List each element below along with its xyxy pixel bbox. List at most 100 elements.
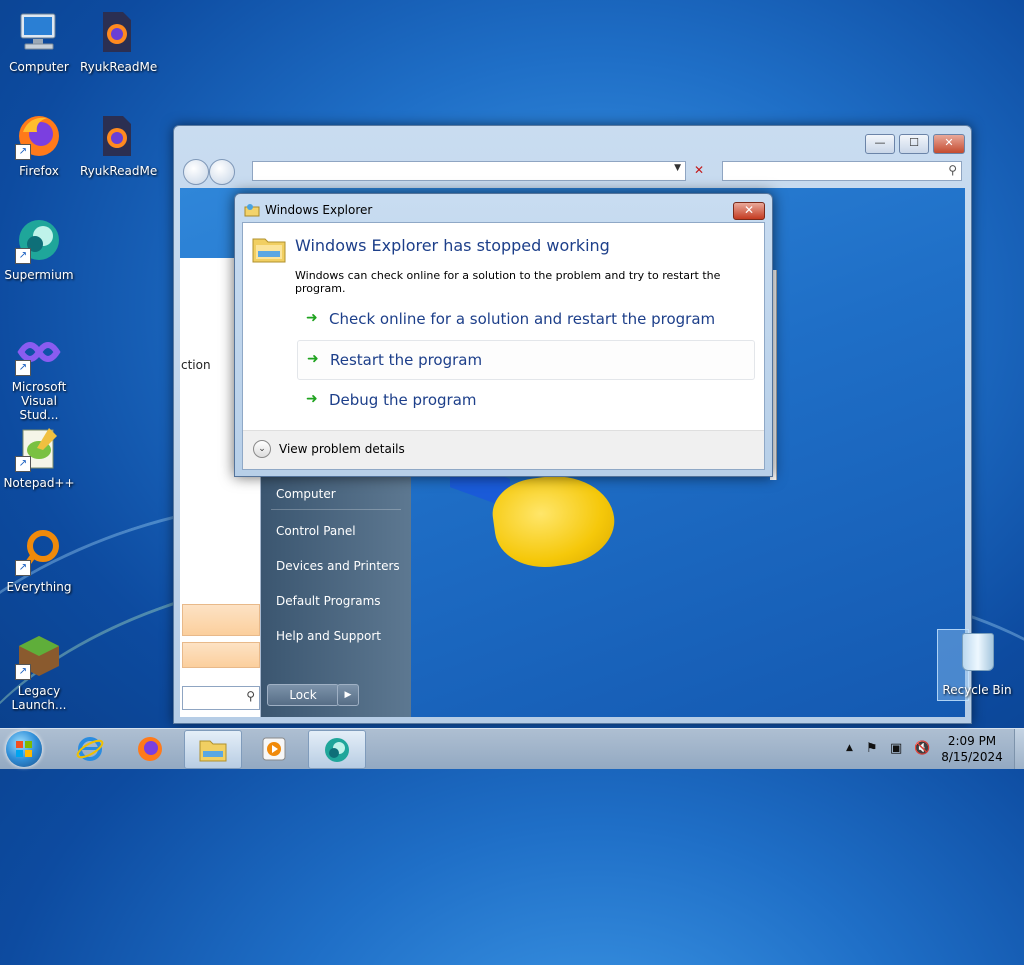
show-hidden-icons-button[interactable]: ▲: [846, 743, 853, 753]
forward-button[interactable]: [209, 159, 235, 185]
clock-time: 2:09 PM: [947, 734, 997, 748]
minecraft-icon: ↗: [15, 632, 63, 680]
folder-icon: [252, 233, 286, 263]
start-menu-separator: [271, 509, 401, 510]
shortcut-arrow-icon: ↗: [15, 360, 31, 376]
firefox-icon: ↗: [15, 112, 63, 160]
start-search-input[interactable]: ⚲: [182, 686, 260, 710]
green-arrow-icon: ➜: [306, 310, 318, 326]
clock-date: 8/15/2024: [941, 750, 1003, 764]
chevron-down-icon[interactable]: ▼: [674, 163, 681, 173]
dialog-description: Windows can check online for a solution …: [295, 269, 721, 295]
green-arrow-icon: ➜: [307, 351, 319, 367]
start-button[interactable]: [6, 731, 42, 767]
desktop-icon-computer[interactable]: Computer: [2, 8, 76, 74]
dialog-title: Windows Explorer: [265, 203, 373, 217]
taskbar-firefox[interactable]: [122, 730, 178, 767]
firefox-file-icon: [93, 112, 141, 160]
minimize-button[interactable]: —: [865, 134, 895, 154]
close-button[interactable]: ✕: [933, 134, 965, 154]
shortcut-arrow-icon: ↗: [15, 456, 31, 472]
windows-logo-icon: [16, 741, 32, 757]
explorer-app-icon: [244, 202, 260, 218]
address-bar[interactable]: ▼: [252, 161, 686, 181]
show-desktop-button[interactable]: [1014, 729, 1024, 769]
taskbar-supermium[interactable]: [308, 730, 366, 769]
dialog-footer: ⌄ View problem details: [243, 430, 764, 469]
option-debug-program[interactable]: ➜ Debug the program: [297, 381, 753, 419]
start-menu-text-fragment: ction: [181, 358, 211, 372]
desktop-icon-label: Notepad++: [3, 476, 75, 490]
option-label: Debug the program: [329, 391, 477, 409]
taskbar: ▲ ⚑ ▣ 🔇 2:09 PM 8/15/2024: [0, 728, 1024, 769]
desktop-icon-recycle-bin[interactable]: Recycle Bin: [937, 629, 1017, 701]
stop-icon[interactable]: ✕: [690, 161, 708, 179]
dialog-client-area: Windows Explorer has stopped working Win…: [242, 222, 765, 470]
start-menu-item-computer[interactable]: Computer: [276, 487, 336, 501]
search-icon: ⚲: [246, 689, 255, 703]
start-menu-item-default-programs[interactable]: Default Programs: [276, 594, 381, 608]
media-player-icon: [262, 737, 286, 761]
taskbar-media-player[interactable]: [246, 730, 302, 767]
desktop-icon-ryukreadme-2[interactable]: RyukReadMe: [80, 112, 158, 178]
taskbar-clock[interactable]: 2:09 PM 8/15/2024: [936, 733, 1008, 765]
internet-explorer-icon: [76, 737, 104, 761]
option-restart-program[interactable]: ➜ Restart the program: [297, 340, 755, 380]
shortcut-arrow-icon: ↗: [15, 144, 31, 160]
firefox-icon: [138, 737, 162, 761]
start-menu-highlight: [182, 642, 260, 668]
maximize-button[interactable]: ☐: [899, 134, 929, 154]
desktop-icon-label: Supermium: [4, 268, 74, 282]
desktop-icon-label: RyukReadMe: [80, 60, 158, 74]
desktop-icon-notepadpp[interactable]: ↗ Notepad++: [2, 424, 76, 490]
start-menu-item-control-panel[interactable]: Control Panel: [276, 524, 356, 538]
shutdown-options-button[interactable]: ▶: [337, 684, 359, 706]
shortcut-arrow-icon: ↗: [15, 560, 31, 576]
search-input[interactable]: ⚲: [722, 161, 962, 181]
desktop-icon-legacy-launcher[interactable]: ↗ Legacy Launch...: [2, 632, 76, 712]
desktop-icon-label: Computer: [9, 60, 69, 74]
shortcut-arrow-icon: ↗: [15, 664, 31, 680]
folder-icon: [199, 740, 227, 762]
desktop-icon-everything[interactable]: ↗ Everything: [2, 528, 76, 594]
desktop-icon-label: Firefox: [19, 164, 59, 178]
supermium-icon: ↗: [15, 216, 63, 264]
view-problem-details-link[interactable]: View problem details: [279, 442, 405, 456]
supermium-icon: [325, 738, 349, 762]
volume-muted-icon[interactable]: 🔇: [914, 741, 930, 756]
start-menu-highlight: [182, 604, 260, 636]
search-icon: ⚲: [948, 163, 957, 177]
start-menu-item-devices-printers[interactable]: Devices and Printers: [276, 559, 400, 573]
desktop-icon-label: Everything: [6, 580, 72, 594]
taskbar-internet-explorer[interactable]: [62, 730, 118, 767]
shortcut-arrow-icon: ↗: [15, 248, 31, 264]
visual-studio-icon: ↗: [15, 328, 63, 376]
network-icon[interactable]: ▣: [890, 741, 902, 756]
desktop-icon-firefox[interactable]: ↗ Firefox: [2, 112, 76, 178]
start-menu-item-help-support[interactable]: Help and Support: [276, 629, 381, 643]
everything-icon: ↗: [15, 528, 63, 576]
desktop-icon-label: Legacy Launch...: [11, 684, 67, 712]
firefox-file-icon: [93, 8, 141, 56]
option-check-online[interactable]: ➜ Check online for a solution and restar…: [297, 300, 753, 338]
taskbar-windows-explorer[interactable]: [184, 730, 242, 769]
chevron-down-icon[interactable]: ⌄: [253, 440, 271, 458]
desktop-icon-label: Recycle Bin: [942, 683, 1012, 697]
back-button[interactable]: [183, 159, 209, 185]
desktop-icon-visual-studio[interactable]: ↗ Microsoft Visual Stud...: [2, 328, 76, 422]
green-arrow-icon: ➜: [306, 391, 318, 407]
notepadpp-icon: ↗: [15, 424, 63, 472]
error-dialog: Windows Explorer ✕ Windows Explorer has …: [234, 193, 773, 477]
dialog-close-button[interactable]: ✕: [733, 202, 765, 220]
action-center-flag-icon[interactable]: ⚑: [866, 741, 878, 756]
desktop-icon-ryukreadme-1[interactable]: RyukReadMe: [80, 8, 158, 74]
desktop-icon-supermium[interactable]: ↗ Supermium: [2, 216, 76, 282]
computer-icon: [15, 8, 63, 56]
desktop-icon-label: Microsoft Visual Stud...: [11, 380, 67, 422]
lock-button[interactable]: Lock: [267, 684, 339, 706]
recycle-bin-icon: [962, 633, 994, 671]
desktop-icon-label: RyukReadMe: [80, 164, 158, 178]
option-label: Check online for a solution and restart …: [329, 310, 716, 328]
option-label: Restart the program: [330, 351, 483, 369]
dialog-heading: Windows Explorer has stopped working: [295, 236, 610, 255]
